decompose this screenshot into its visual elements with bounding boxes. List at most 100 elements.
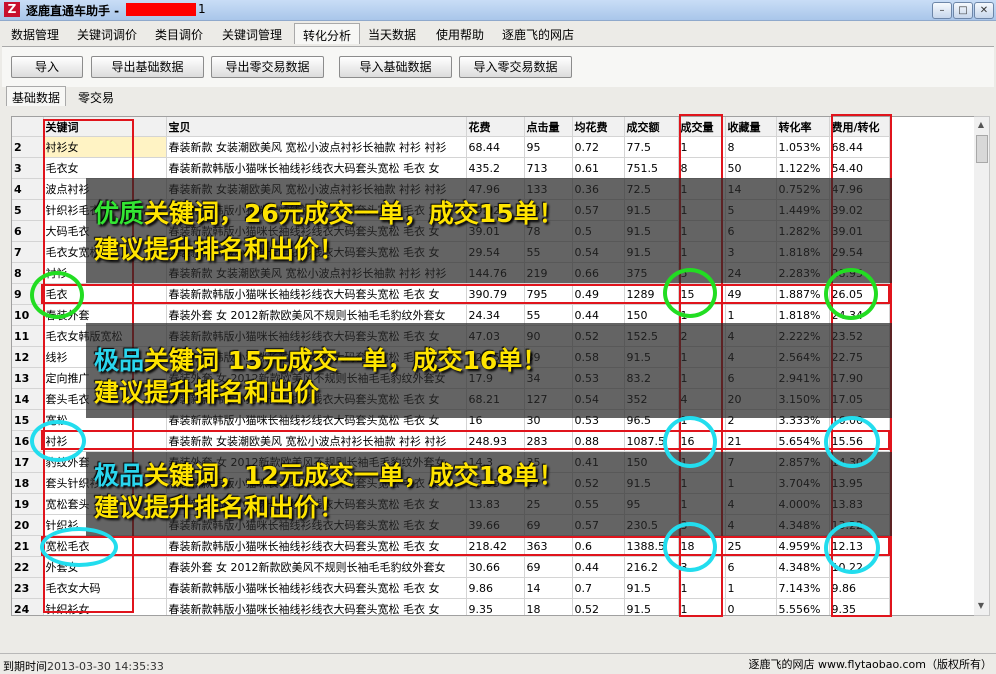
- tab-data-management[interactable]: 数据管理: [11, 26, 59, 43]
- row-number-cell: 7: [12, 241, 44, 263]
- expire-info: 到期时间2013-03-30 14:35:33: [3, 658, 164, 674]
- annotation-3-line-1: 极品关键词，12元成交一单，成交18单！: [94, 456, 564, 492]
- scroll-thumb[interactable]: [976, 135, 988, 163]
- table-cell[interactable]: 5.556%: [776, 598, 830, 615]
- ring-keyword-16: [30, 420, 86, 462]
- table-cell[interactable]: 春装新款韩版小猫咪长袖线衫线衣大码套头宽松 毛衣 女: [166, 577, 467, 599]
- table-cell[interactable]: 0.44: [572, 556, 625, 578]
- table-cell[interactable]: 713: [524, 157, 573, 179]
- table-row[interactable]: 24 针织衫女 春装新款韩版小猫咪长袖线衫线衣大码套头宽松 毛衣 女 9.35 18 0.…: [12, 598, 890, 615]
- table-cell[interactable]: 4.348%: [776, 556, 830, 578]
- maximize-button[interactable]: □: [953, 2, 973, 19]
- status-bar: 到期时间2013-03-30 14:35:33 逐鹿飞的网店 www.flyta…: [0, 653, 996, 674]
- row-number-cell: 24: [12, 598, 44, 615]
- table-row[interactable]: 23 毛衣女大码 春装新款韩版小猫咪长袖线衫线衣大码套头宽松 毛衣 女 9.86 14 0…: [12, 577, 890, 599]
- subtab-basic-data[interactable]: 基础数据: [6, 86, 67, 106]
- table-cell[interactable]: 0: [725, 598, 777, 615]
- ring-keyword-21: [40, 527, 118, 567]
- minimize-button[interactable]: –: [932, 2, 952, 19]
- ring-cost-9: [824, 268, 878, 320]
- table-cell[interactable]: 751.5: [624, 157, 679, 179]
- tab-keyword-management[interactable]: 关键词管理: [222, 26, 282, 43]
- table-cell[interactable]: 春装外套 女 2012新款欧美风不规则长袖毛毛豹纹外套女: [166, 556, 467, 578]
- tab-today-data[interactable]: 当天数据: [368, 26, 416, 43]
- table-row[interactable]: 3 毛衣女 春装新款韩版小猫咪长袖线衫线衣大码套头宽松 毛衣 女 435.2 713 0.…: [12, 157, 890, 179]
- table-cell[interactable]: 91.5: [624, 598, 679, 615]
- row-number-cell: 23: [12, 577, 44, 599]
- annotation-panel-1: 优质关键词，26元成交一单，成交15单！ 建议提升排名和出价！: [86, 178, 892, 283]
- ring-keyword-9: [30, 271, 84, 319]
- table-cell[interactable]: 春装新款韩版小猫咪长袖线衫线衣大码套头宽松 毛衣 女: [166, 598, 467, 615]
- table-cell[interactable]: 6: [725, 556, 777, 578]
- annotation-2-text: 关键词 15元成交一单，成交16单！: [144, 346, 548, 375]
- table-row[interactable]: 22 外套女 春装外套 女 2012新款欧美风不规则长袖毛毛豹纹外套女 30.66 69…: [12, 556, 890, 578]
- table-cell[interactable]: 18: [524, 598, 573, 615]
- scroll-down-icon[interactable]: ▼: [975, 600, 987, 612]
- subtab-zero-trade[interactable]: 零交易: [78, 89, 114, 106]
- tab-conversion-analysis[interactable]: 转化分析: [294, 23, 361, 44]
- annotation-3-tag: 极品: [94, 461, 145, 490]
- table-cell[interactable]: 1.122%: [776, 157, 830, 179]
- header-revenue[interactable]: 成交额: [624, 117, 679, 137]
- annotation-panel-2: 极品关键词 15元成交一单，成交16单！ 建议提升排名和出价: [86, 323, 892, 418]
- row-number-cell: 21: [12, 535, 44, 557]
- table-cell[interactable]: 8: [725, 136, 777, 158]
- annotation-2-tag: 极品: [94, 346, 145, 375]
- table-cell[interactable]: 0.61: [572, 157, 625, 179]
- vertical-scrollbar[interactable]: ▲ ▼: [974, 116, 990, 616]
- row-number-cell: 14: [12, 388, 44, 410]
- row-number-cell: 5: [12, 199, 44, 221]
- close-button[interactable]: ✕: [974, 2, 994, 19]
- scroll-up-icon[interactable]: ▲: [975, 119, 987, 131]
- table-cell[interactable]: 春装新款 女装潮欧美风 宽松小波点衬衫长袖款 衬衫 衬衫: [166, 136, 467, 158]
- annotation-3-line-2: 建议提升排名和出价！: [94, 493, 345, 522]
- ring-cost-21: [824, 522, 880, 574]
- tab-help[interactable]: 使用帮助: [436, 26, 484, 43]
- header-clicks[interactable]: 点击量: [524, 117, 573, 137]
- table-cell[interactable]: 50: [725, 157, 777, 179]
- tab-shop[interactable]: 逐鹿飞的网店: [502, 26, 574, 43]
- export-basic-data-button[interactable]: 导出基础数据: [91, 56, 204, 78]
- table-cell[interactable]: 7.143%: [776, 577, 830, 599]
- import-basic-data-button[interactable]: 导入基础数据: [339, 56, 452, 78]
- header-conversion-rate[interactable]: 转化率: [776, 117, 830, 137]
- ring-orders-21: [663, 522, 717, 572]
- import-button[interactable]: 导入: [11, 56, 83, 78]
- table-cell[interactable]: 1.053%: [776, 136, 830, 158]
- ring-orders-16: [663, 416, 717, 468]
- table-cell[interactable]: 0.7: [572, 577, 625, 599]
- window-title: 逐鹿直通车助手 -: [26, 4, 120, 18]
- row-number-cell: 20: [12, 514, 44, 536]
- export-zero-trade-button[interactable]: 导出零交易数据: [211, 56, 324, 78]
- table-cell[interactable]: 1: [725, 577, 777, 599]
- annotation-3-text: 关键词，12元成交一单，成交18单！: [144, 461, 564, 490]
- table-cell[interactable]: 0.52: [572, 598, 625, 615]
- table-cell[interactable]: 95: [524, 136, 573, 158]
- table-cell[interactable]: 9.35: [466, 598, 525, 615]
- import-zero-trade-button[interactable]: 导入零交易数据: [459, 56, 572, 78]
- table-cell[interactable]: 9.86: [466, 577, 525, 599]
- row-number-cell: 13: [12, 367, 44, 389]
- table-cell[interactable]: 77.5: [624, 136, 679, 158]
- header-favorites[interactable]: 收藏量: [725, 117, 777, 137]
- shop-link[interactable]: 逐鹿飞的网店 www.flytaobao.com（版权所有）: [749, 656, 992, 672]
- header-item[interactable]: 宝贝: [166, 117, 467, 137]
- tab-keyword-bidding[interactable]: 关键词调价: [77, 26, 137, 43]
- expire-date: 2013-03-30 14:35:33: [47, 660, 164, 673]
- table-row[interactable]: 2 衬衫女 春装新款 女装潮欧美风 宽松小波点衬衫长袖款 衬衫 衬衫 68.44 95 0…: [12, 136, 890, 158]
- tab-category-bidding[interactable]: 类目调价: [155, 26, 203, 43]
- row-number-cell: 12: [12, 346, 44, 368]
- header-avg-cost[interactable]: 均花费: [572, 117, 625, 137]
- table-cell[interactable]: 0.72: [572, 136, 625, 158]
- annotation-1-tag: 优质: [94, 199, 145, 228]
- table-cell[interactable]: 68.44: [466, 136, 525, 158]
- table-cell[interactable]: 91.5: [624, 577, 679, 599]
- header-cost[interactable]: 花费: [466, 117, 525, 137]
- table-cell[interactable]: 14: [524, 577, 573, 599]
- row-number-cell: 4: [12, 178, 44, 200]
- table-cell[interactable]: 69: [524, 556, 573, 578]
- table-cell[interactable]: 30.66: [466, 556, 525, 578]
- title-bar: Z 逐鹿直通车助手 - 1 – □ ✕: [0, 0, 996, 21]
- table-cell[interactable]: 春装新款韩版小猫咪长袖线衫线衣大码套头宽松 毛衣 女: [166, 157, 467, 179]
- table-cell[interactable]: 435.2: [466, 157, 525, 179]
